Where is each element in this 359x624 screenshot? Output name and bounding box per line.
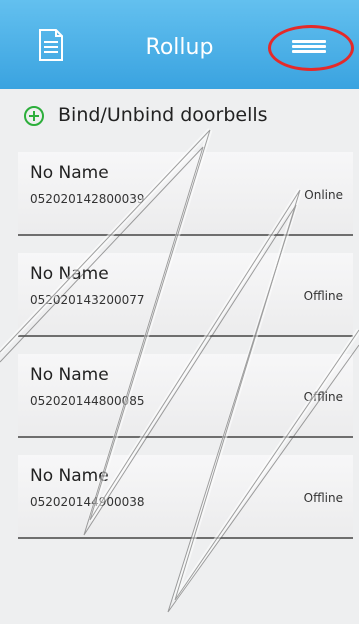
device-card[interactable]: No Name 052020142800039 Online <box>18 152 353 236</box>
device-id: 052020143200077 <box>30 293 145 307</box>
bind-unbind-label: Bind/Unbind doorbells <box>58 104 268 126</box>
device-id: 052020144900038 <box>30 495 145 509</box>
menu-highlight-circle <box>268 25 354 71</box>
add-circle-icon <box>24 106 44 126</box>
device-status: Offline <box>303 390 343 404</box>
device-card[interactable]: No Name 052020144900038 Offline <box>18 455 353 539</box>
device-name: No Name <box>30 264 109 284</box>
device-card[interactable]: No Name 052020143200077 Offline <box>18 253 353 337</box>
device-status: Offline <box>303 491 343 505</box>
app-header: Rollup <box>0 0 359 89</box>
device-status: Offline <box>303 289 343 303</box>
device-name: No Name <box>30 365 109 385</box>
device-id: 052020144800085 <box>30 394 145 408</box>
device-status: Online <box>304 188 343 202</box>
device-name: No Name <box>30 466 109 486</box>
device-card[interactable]: No Name 052020144800085 Offline <box>18 354 353 438</box>
device-id: 052020142800039 <box>30 192 145 206</box>
device-name: No Name <box>30 163 109 183</box>
bind-unbind-button[interactable]: Bind/Unbind doorbells <box>0 97 359 137</box>
